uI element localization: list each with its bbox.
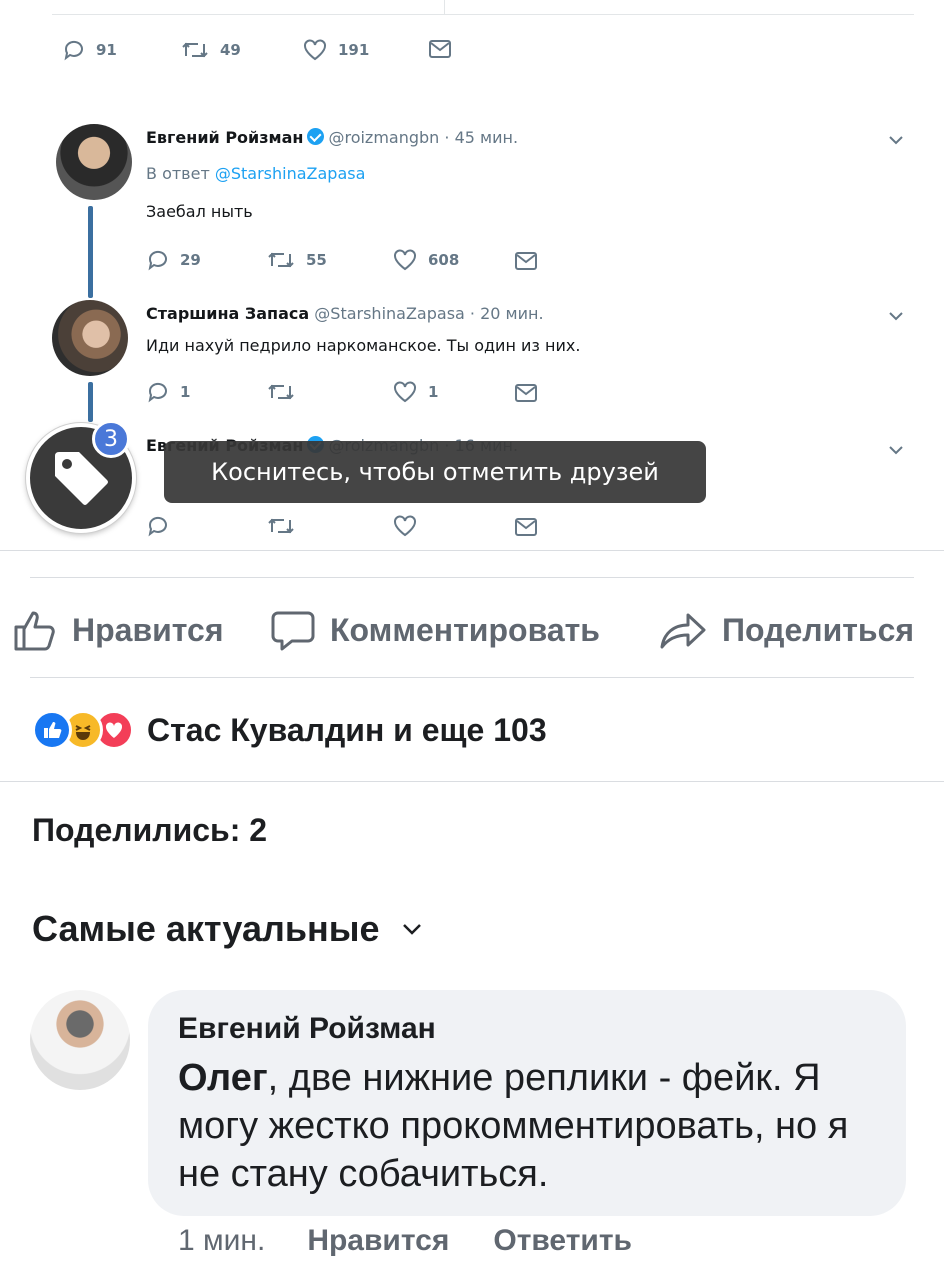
reply-prefix: В ответ (146, 164, 210, 183)
share-button[interactable]: Поделиться (658, 598, 914, 662)
thumbs-up-icon (14, 611, 55, 651)
comment-button[interactable]: Комментировать (270, 598, 600, 662)
reply-count: 91 (96, 41, 117, 59)
comment-label: Комментировать (330, 611, 600, 648)
reply-count: 29 (180, 251, 201, 269)
tweet-text: Заебал ныть (146, 202, 253, 221)
chevron-down-icon (402, 924, 421, 935)
divider (444, 0, 445, 14)
mention-link: @StarshinaZapasa (214, 164, 366, 183)
retweet-icon (268, 518, 294, 534)
dm-action (514, 516, 538, 538)
envelope-icon (515, 252, 537, 270)
reply-icon (148, 516, 167, 537)
like-action: 1 (392, 380, 438, 404)
divider (30, 577, 914, 578)
share-arrow-icon (660, 613, 706, 649)
thread-line (88, 382, 93, 422)
handle-time: @StarshinaZapasa · 20 мин. (314, 304, 544, 323)
comment-time[interactable]: 1 мин. (178, 1224, 265, 1258)
reply-icon (148, 250, 167, 271)
dm-action (428, 38, 452, 60)
retweet-icon (268, 252, 294, 268)
tag-tooltip: Коснитесь, чтобы отметить друзей (164, 441, 706, 503)
shares-count[interactable]: Поделились: 2 (32, 812, 267, 849)
chevron-down-icon (889, 446, 903, 455)
divider (0, 781, 944, 782)
envelope-icon (515, 518, 537, 536)
comment-like-button[interactable]: Нравится (307, 1224, 449, 1258)
commenter-avatar[interactable] (30, 990, 130, 1090)
like-label: Нравится (72, 611, 224, 648)
reactions-summary[interactable]: Стас Кувалдин и еще 103 (32, 708, 547, 752)
tweet-text: Иди нахуй педрило наркоманское. Ты один … (146, 336, 581, 355)
reply-icon (148, 382, 167, 403)
comment-sort-dropdown[interactable]: Самые актуальные (32, 908, 422, 950)
retweet-icon (182, 42, 208, 58)
reply-context: В ответ @StarshinaZapasa (146, 164, 365, 183)
reply-action (146, 514, 170, 538)
avatar (56, 124, 132, 200)
reply-action: 29 (146, 248, 201, 272)
comment-reply-button[interactable]: Ответить (493, 1224, 632, 1258)
tag-count-badge: 3 (92, 420, 130, 458)
envelope-icon (429, 40, 451, 58)
retweet-count: 55 (306, 251, 327, 269)
author-name: Старшина Запаса (146, 304, 310, 323)
comment-icon (271, 611, 315, 651)
author-name: Евгений Ройзман (146, 128, 304, 147)
like-count: 191 (338, 41, 370, 59)
heart-icon (394, 381, 416, 403)
retweet-action (266, 514, 296, 538)
comment-meta: 1 мин. Нравится Ответить (178, 1224, 676, 1258)
reply-icon (64, 40, 83, 61)
sort-label: Самые актуальные (32, 908, 380, 949)
dm-action (514, 382, 538, 404)
heart-icon (304, 39, 326, 61)
heart-icon (394, 515, 416, 537)
reply-action: 91 (62, 38, 117, 62)
like-action: 191 (302, 38, 369, 62)
comment-body: , две нижние реплики - фейк. Я могу жест… (178, 1057, 849, 1195)
dm-action (514, 250, 538, 272)
divider (0, 550, 944, 551)
retweet-icon (268, 384, 294, 400)
divider (52, 14, 914, 15)
reactions-summary-text: Стас Кувалдин и еще 103 (147, 711, 547, 748)
like-button[interactable]: Нравится (12, 598, 224, 662)
chevron-down-icon (889, 312, 903, 321)
envelope-icon (515, 384, 537, 402)
avatar (52, 300, 128, 376)
like-count: 1 (428, 383, 439, 401)
comment-text: Олег, две нижние реплики - фейк. Я могу … (178, 1054, 898, 1198)
comment-author[interactable]: Евгений Ройзман (178, 1012, 436, 1046)
heart-icon (394, 249, 416, 271)
retweet-action: 49 (180, 38, 241, 62)
like-action (392, 514, 418, 538)
like-reaction-icon (32, 710, 72, 750)
thread-line (88, 206, 93, 298)
retweet-action: 55 (266, 248, 327, 272)
retweet-count: 49 (220, 41, 241, 59)
mention-tag[interactable]: Олег (178, 1057, 268, 1099)
retweet-action (266, 380, 306, 404)
handle-time: @roizmangbn · 45 мин. (328, 128, 519, 147)
post-action-bar: Нравится Комментировать Поделиться (0, 598, 944, 662)
like-action: 608 (392, 248, 459, 272)
tweet-header: Старшина Запаса @StarshinaZapasa · 20 ми… (146, 304, 544, 323)
chevron-down-icon (889, 136, 903, 145)
reply-count: 1 (180, 383, 191, 401)
like-count: 608 (428, 251, 460, 269)
tweet-header: Евгений Ройзман @roizmangbn · 45 мин. (146, 128, 518, 147)
verified-icon (307, 128, 325, 145)
reply-action: 1 (146, 380, 190, 404)
share-label: Поделиться (722, 611, 915, 648)
divider (30, 677, 914, 678)
